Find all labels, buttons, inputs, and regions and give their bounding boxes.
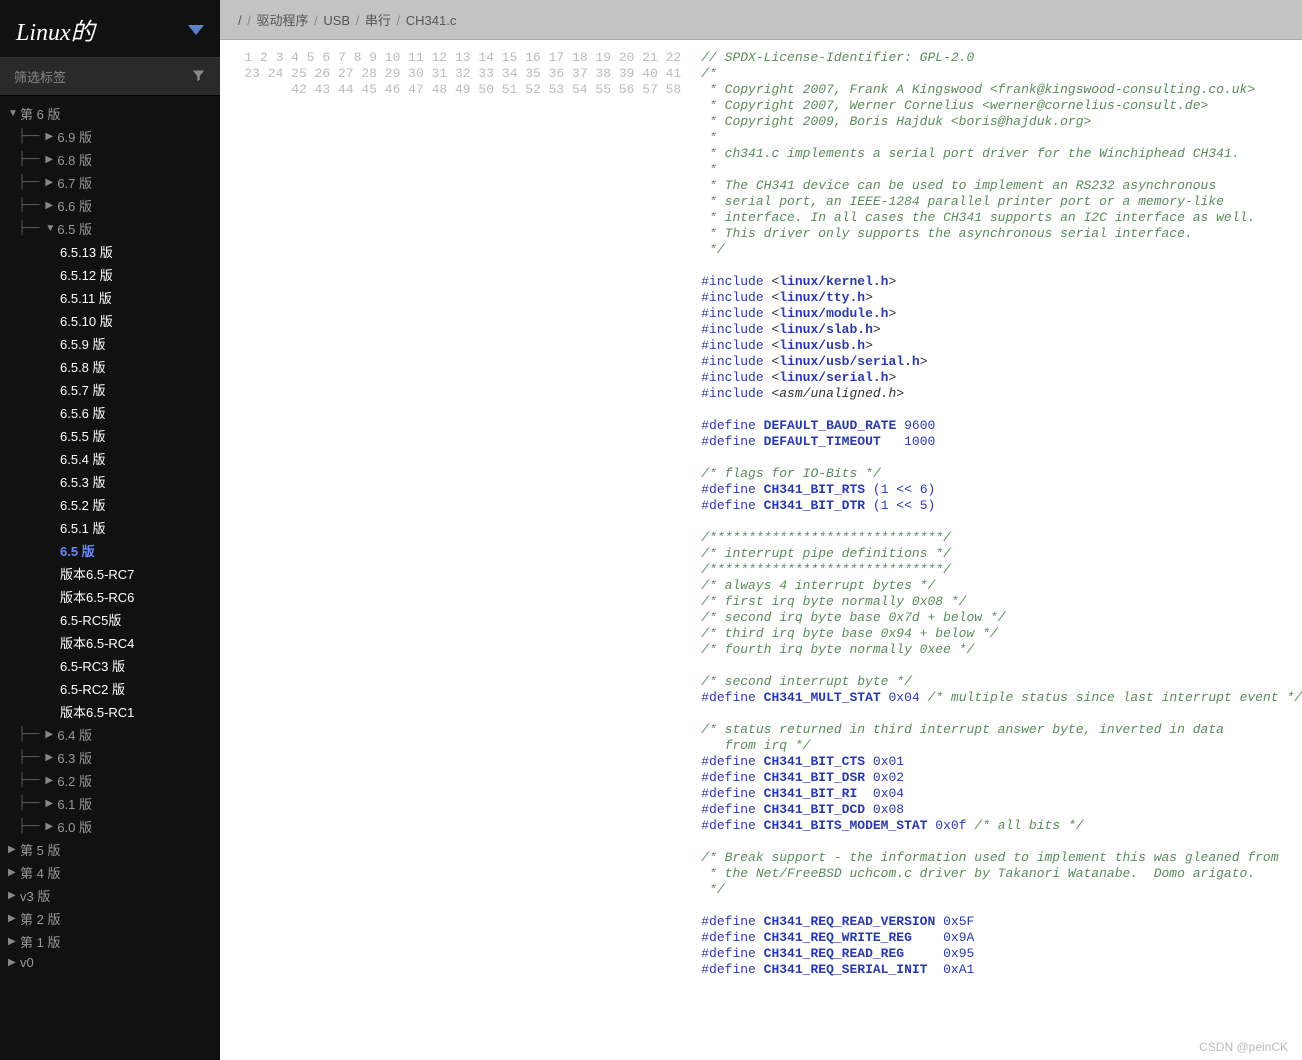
tree-node[interactable]: 6.5.6 版 [0, 401, 220, 424]
line-number-gutter: 1 2 3 4 5 6 7 8 9 10 11 12 13 14 15 16 1… [220, 40, 689, 1060]
filter-tags-row[interactable]: 筛选标签 [0, 57, 220, 96]
filter-icon[interactable] [191, 68, 206, 86]
code-viewer[interactable]: 1 2 3 4 5 6 7 8 9 10 11 12 13 14 15 16 1… [220, 40, 1302, 1060]
tree-node[interactable]: ▶ 第 5 版 [0, 838, 220, 861]
sidebar: Linux的 筛选标签 ▼ 第 6 版├── ▶ 6.9 版├── ▶ 6.8 … [0, 0, 220, 1060]
tree-node[interactable]: 版本6.5-RC6 [0, 585, 220, 608]
tree-node[interactable]: ├── ▶ 6.4 版 [0, 723, 220, 746]
tree-node[interactable]: 6.5.1 版 [0, 516, 220, 539]
breadcrumb-sep: / [310, 13, 321, 28]
tree-node[interactable]: ▶ 第 4 版 [0, 861, 220, 884]
tree-node[interactable]: ├── ▶ 6.9 版 [0, 125, 220, 148]
breadcrumb-sep: / [352, 13, 363, 28]
tree-node[interactable]: ▶ v0 [0, 953, 220, 972]
breadcrumb-part[interactable]: USB [323, 13, 350, 28]
sidebar-header: Linux的 [0, 0, 220, 57]
tree-node[interactable]: 6.5-RC3 版 [0, 654, 220, 677]
tree-node[interactable]: 6.5.5 版 [0, 424, 220, 447]
tree-node[interactable]: ▶ 第 2 版 [0, 907, 220, 930]
tree-node[interactable]: 6.5.3 版 [0, 470, 220, 493]
tree-node[interactable]: 版本6.5-RC4 [0, 631, 220, 654]
app-title: Linux的 [16, 12, 95, 47]
version-tree: ▼ 第 6 版├── ▶ 6.9 版├── ▶ 6.8 版├── ▶ 6.7 版… [0, 96, 220, 978]
breadcrumb-sep: / [244, 13, 255, 28]
main-panel: / / 驱动程序 / USB / 串行 / CH341.c 1 2 3 4 5 … [220, 0, 1302, 1060]
tree-node[interactable]: 版本6.5-RC1 [0, 700, 220, 723]
tree-node[interactable]: ├── ▶ 6.0 版 [0, 815, 220, 838]
tree-node[interactable]: 6.5.10 版 [0, 309, 220, 332]
tree-node[interactable]: 6.5.8 版 [0, 355, 220, 378]
tree-node[interactable]: 6.5.2 版 [0, 493, 220, 516]
filter-placeholder: 筛选标签 [14, 67, 66, 86]
breadcrumb-part[interactable]: 驱动程序 [256, 13, 308, 28]
tree-node[interactable]: 6.5-RC5版 [0, 608, 220, 631]
tree-node[interactable]: ├── ▶ 6.8 版 [0, 148, 220, 171]
tree-node[interactable]: ▶ 第 1 版 [0, 930, 220, 953]
breadcrumb-part[interactable]: 串行 [365, 13, 391, 28]
watermark: CSDN @peinCK [1199, 1040, 1288, 1054]
tree-node[interactable]: ▶ v3 版 [0, 884, 220, 907]
tree-node[interactable]: 6.5.11 版 [0, 286, 220, 309]
tree-node[interactable]: 6.5-RC2 版 [0, 677, 220, 700]
tree-node[interactable]: 版本6.5-RC7 [0, 562, 220, 585]
tree-node[interactable]: 6.5.12 版 [0, 263, 220, 286]
breadcrumb-sep: / [393, 13, 404, 28]
tree-node[interactable]: 6.5 版 [0, 539, 220, 562]
tree-node[interactable]: 6.5.7 版 [0, 378, 220, 401]
breadcrumb-part[interactable]: / [238, 13, 242, 28]
tree-node[interactable]: ├── ▶ 6.1 版 [0, 792, 220, 815]
code-content: // SPDX-License-Identifier: GPL-2.0 /* *… [689, 40, 1302, 1060]
tree-node[interactable]: ├── ▶ 6.7 版 [0, 171, 220, 194]
tree-node[interactable]: ├── ▼ 6.5 版 [0, 217, 220, 240]
tree-node[interactable]: 6.5.13 版 [0, 240, 220, 263]
tree-node[interactable]: ▼ 第 6 版 [0, 102, 220, 125]
tree-node[interactable]: ├── ▶ 6.2 版 [0, 769, 220, 792]
tree-node[interactable]: ├── ▶ 6.3 版 [0, 746, 220, 769]
breadcrumb: / / 驱动程序 / USB / 串行 / CH341.c [220, 0, 1302, 40]
tree-node[interactable]: 6.5.9 版 [0, 332, 220, 355]
dropdown-icon[interactable] [188, 25, 204, 35]
tree-node[interactable]: ├── ▶ 6.6 版 [0, 194, 220, 217]
breadcrumb-part[interactable]: CH341.c [406, 13, 457, 28]
tree-node[interactable]: 6.5.4 版 [0, 447, 220, 470]
